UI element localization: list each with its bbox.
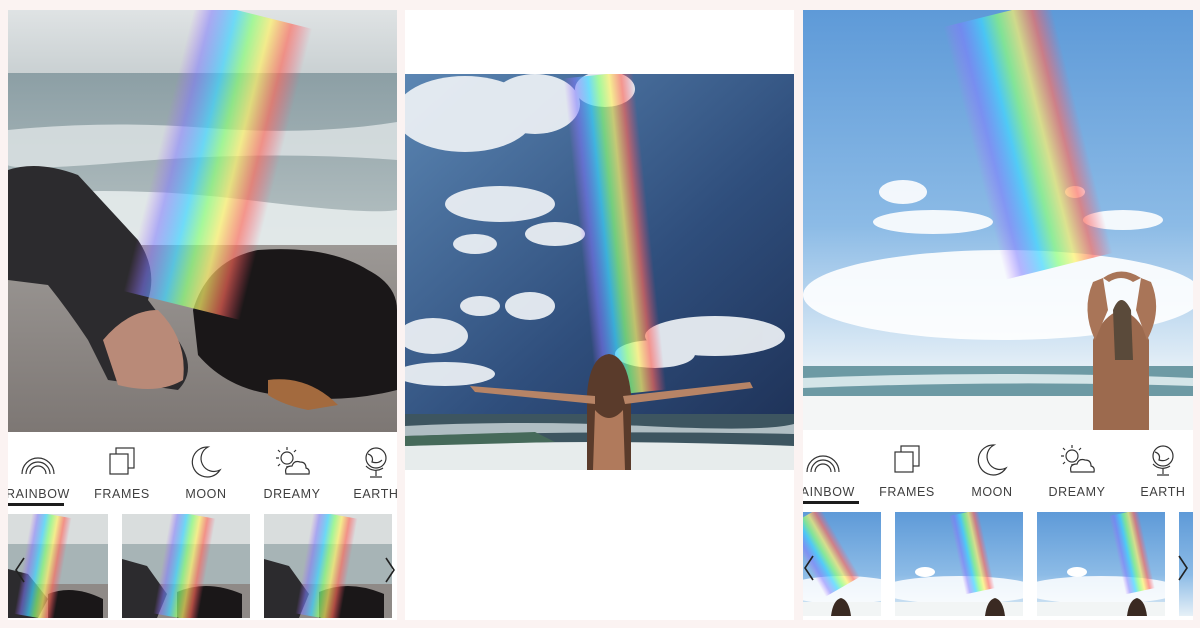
filter-thumbnail[interactable]	[895, 512, 1023, 616]
beach-outstretched-arms-photo	[405, 74, 794, 470]
tool-moon[interactable]: MOON	[166, 432, 246, 508]
tool-frames[interactable]: FRAMES	[867, 430, 947, 506]
rainbow-icon	[803, 442, 843, 478]
globe-icon	[1143, 442, 1183, 478]
chevron-right-icon[interactable]	[1173, 548, 1193, 588]
center-image-panel	[405, 10, 794, 620]
tool-frames[interactable]: FRAMES	[82, 432, 162, 508]
yoga-dog-photo	[8, 10, 397, 432]
tool-moon[interactable]: MOON	[952, 430, 1032, 506]
chevron-left-icon[interactable]	[10, 550, 30, 590]
tool-label: RAINBOW	[803, 485, 855, 499]
heart-hands-beach-photo	[803, 10, 1193, 430]
selected-underline	[8, 503, 64, 506]
tool-earth[interactable]: EARTH	[336, 432, 397, 508]
frames-icon	[102, 444, 142, 480]
filter-toolbar: RAINBOW FRAMES MOON	[803, 430, 1193, 506]
frames-icon	[887, 442, 927, 478]
globe-icon	[356, 444, 396, 480]
rainbow-icon	[18, 444, 58, 480]
tool-label: DREAMY	[263, 487, 321, 501]
filter-thumbnails	[803, 512, 1193, 616]
moon-icon	[972, 442, 1012, 478]
tool-label: FRAMES	[879, 485, 935, 499]
selected-underline	[803, 501, 859, 504]
filter-thumbnail[interactable]	[1037, 512, 1165, 616]
tool-dreamy[interactable]: DREAMY	[1037, 430, 1117, 506]
dreamy-icon	[1057, 442, 1097, 478]
filter-toolbar: RAINBOW FRAMES MOON	[8, 432, 397, 508]
filter-thumbnail[interactable]	[122, 514, 250, 618]
filter-thumbnail[interactable]	[264, 514, 392, 618]
tool-label: DREAMY	[1048, 485, 1106, 499]
chevron-left-icon[interactable]	[803, 548, 819, 588]
tool-dreamy[interactable]: DREAMY	[252, 432, 332, 508]
tool-rainbow[interactable]: RAINBOW	[803, 430, 863, 506]
tool-label: EARTH	[353, 487, 397, 501]
tool-label: MOON	[185, 487, 227, 501]
left-app-screen: RAINBOW FRAMES MOON DREAMY EARTH	[8, 10, 397, 620]
tool-label: MOON	[971, 485, 1013, 499]
tool-label: FRAMES	[94, 487, 150, 501]
tool-earth[interactable]: EARTH	[1123, 430, 1193, 506]
dreamy-icon	[272, 444, 312, 480]
tool-label: RAINBOW	[8, 487, 70, 501]
filter-thumbnails	[8, 514, 397, 618]
moon-icon	[186, 444, 226, 480]
tool-label: EARTH	[1140, 485, 1186, 499]
right-app-screen: RAINBOW FRAMES MOON	[803, 10, 1193, 620]
chevron-right-icon[interactable]	[380, 550, 397, 590]
tool-rainbow[interactable]: RAINBOW	[8, 432, 78, 508]
